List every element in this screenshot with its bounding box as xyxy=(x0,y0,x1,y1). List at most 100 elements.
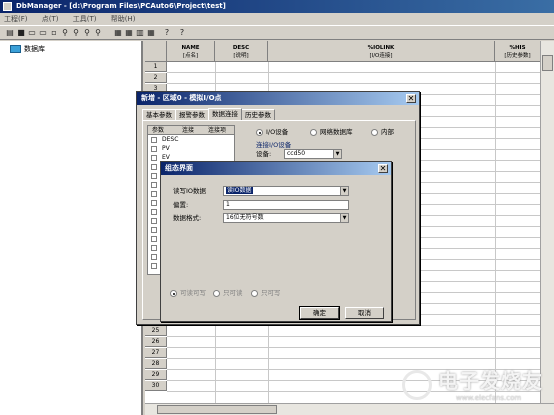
offset-field[interactable]: 1 xyxy=(223,200,349,210)
radio-label: I/O设备 xyxy=(266,128,289,136)
list-item[interactable]: PV xyxy=(148,145,234,153)
context-help-icon[interactable]: ? xyxy=(177,28,187,38)
point-dialog-title: 新增 - 区域0 - 模拟I/O点 xyxy=(141,94,222,102)
scroll-thumb[interactable] xyxy=(542,55,553,71)
radio-write-only[interactable]: 只可写 xyxy=(251,289,281,298)
col-param[interactable]: 参数 xyxy=(152,126,164,135)
config-dialog-title: 组态界面 xyxy=(165,164,193,172)
format-select[interactable]: 16位无符号数 ▼ xyxy=(223,213,349,223)
col-header-desc[interactable]: DESC [说明] xyxy=(215,41,268,62)
radio-read-write[interactable]: 可读可写 xyxy=(170,289,206,298)
save-icon[interactable]: ■ xyxy=(16,28,26,38)
row-number[interactable]: 29 xyxy=(145,370,167,380)
radio-dot xyxy=(371,129,378,136)
tab-alarm[interactable]: 报警参数 xyxy=(175,109,209,120)
col-link-item[interactable]: 连接项 xyxy=(208,126,226,135)
checkbox[interactable] xyxy=(151,245,157,251)
find-icon[interactable]: ⚲ xyxy=(60,28,70,38)
scroll-thumb[interactable] xyxy=(157,405,277,414)
new-icon[interactable]: ▫ xyxy=(49,28,59,38)
radio-label: 只可写 xyxy=(261,289,281,297)
checkbox[interactable] xyxy=(151,137,157,143)
radio-network-db[interactable]: 网络数据库 xyxy=(310,128,353,137)
close-icon[interactable]: ✕ xyxy=(378,164,388,173)
checkbox[interactable] xyxy=(151,200,157,206)
watermark: 电子发烧友 www.elecfans.com xyxy=(402,366,554,406)
find-next-icon[interactable]: ⚲ xyxy=(82,28,92,38)
config-dialog: 组态界面 ✕ 读写IO数据 读IO数据 ▼ 偏置: 1 数据格式: 16位无符号数… xyxy=(160,161,392,322)
properties-icon[interactable]: ▦ xyxy=(124,28,134,38)
radio-read-only[interactable]: 只可读 xyxy=(213,289,243,298)
watermark-brand: 电子发烧友 xyxy=(438,369,543,393)
checkbox[interactable] xyxy=(151,254,157,260)
radio-label: 可读可写 xyxy=(180,289,206,297)
ok-button[interactable]: 确定 xyxy=(299,306,340,320)
checkbox[interactable] xyxy=(151,209,157,215)
radio-internal[interactable]: 内部 xyxy=(371,128,394,137)
tree-item-label: 数据库 xyxy=(24,45,45,53)
find-prev-icon[interactable]: ⚲ xyxy=(71,28,81,38)
checkbox[interactable] xyxy=(151,146,157,152)
list-item[interactable]: DESC xyxy=(148,136,234,144)
help-icon[interactable]: ? xyxy=(162,28,172,38)
param-list-header: 参数 连接 连接项 xyxy=(148,126,234,135)
checkbox[interactable] xyxy=(151,173,157,179)
list-item-label: PV xyxy=(162,145,170,152)
col-header-iolink[interactable]: %IOLINK [I/O连接] xyxy=(268,41,495,62)
grid-header: NAME [点名] DESC [说明] %IOLINK [I/O连接] %HIS [历史… xyxy=(145,41,554,62)
tab-history[interactable]: 历史参数 xyxy=(241,109,275,120)
tab-data-link[interactable]: 数据连接 xyxy=(208,108,242,120)
view-icon[interactable]: ▦ xyxy=(146,28,156,38)
row-number[interactable]: 25 xyxy=(145,326,167,336)
radio-dot xyxy=(310,129,317,136)
col-header-his[interactable]: %HIS [历史参数] xyxy=(495,41,541,62)
window-title: DbManager - [d:\Program Files\PCAuto6\Pr… xyxy=(16,2,226,10)
menu-project[interactable]: 工程(F) xyxy=(4,13,28,25)
checkbox[interactable] xyxy=(151,155,157,161)
chevron-down-icon[interactable]: ▼ xyxy=(333,150,341,158)
open-icon[interactable]: ▤ xyxy=(5,28,15,38)
checkbox[interactable] xyxy=(151,236,157,242)
radio-label: 内部 xyxy=(381,128,394,136)
row-number[interactable]: 27 xyxy=(145,348,167,358)
watermark-url: www.elecfans.com xyxy=(456,394,522,402)
row-number[interactable]: 26 xyxy=(145,337,167,347)
cut-icon[interactable]: ▭ xyxy=(27,28,37,38)
read-write-select[interactable]: 读IO数据 ▼ xyxy=(223,186,349,196)
close-icon[interactable]: ✕ xyxy=(406,94,416,103)
checkbox[interactable] xyxy=(151,164,157,170)
chevron-down-icon[interactable]: ▼ xyxy=(340,187,348,195)
vertical-scrollbar[interactable] xyxy=(540,41,554,403)
menu-tools[interactable]: 工具(T) xyxy=(73,13,97,25)
checkbox[interactable] xyxy=(151,227,157,233)
radio-dot xyxy=(256,129,263,136)
checkbox[interactable] xyxy=(151,263,157,269)
cancel-button[interactable]: 取消 xyxy=(345,307,384,319)
menu-point[interactable]: 点(T) xyxy=(42,13,59,25)
list-item-label: EV xyxy=(162,154,170,161)
tree-item-database[interactable]: 数据库 xyxy=(10,44,45,54)
chevron-down-icon[interactable]: ▼ xyxy=(340,214,348,222)
col-header-name[interactable]: NAME [点名] xyxy=(167,41,215,62)
menu-bar: 工程(F) 点(T) 工具(T) 帮助(H) xyxy=(0,13,554,25)
radio-dot xyxy=(170,290,177,297)
row-number[interactable]: 2 xyxy=(145,73,167,83)
menu-help[interactable]: 帮助(H) xyxy=(111,13,136,25)
tab-basic[interactable]: 基本参数 xyxy=(142,109,176,120)
checkbox[interactable] xyxy=(151,182,157,188)
arrange-icon[interactable]: ▥ xyxy=(135,28,145,38)
row-number[interactable]: 28 xyxy=(145,359,167,369)
radio-io-device[interactable]: I/O设备 xyxy=(256,128,288,137)
checkbox[interactable] xyxy=(151,191,157,197)
point-dialog-title-bar: 新增 - 区域0 - 模拟I/O点 ✕ xyxy=(137,92,419,105)
radio-label: 网络数据库 xyxy=(320,128,353,136)
table2-icon[interactable]: ▦ xyxy=(113,28,123,38)
col-link[interactable]: 连接 xyxy=(182,126,194,135)
row-number[interactable]: 30 xyxy=(145,381,167,391)
row-number[interactable]: 1 xyxy=(145,62,167,72)
copy-icon[interactable]: ▭ xyxy=(38,28,48,38)
title-bar: DbManager - [d:\Program Files\PCAuto6\Pr… xyxy=(0,0,554,13)
table-icon[interactable]: ⚲ xyxy=(93,28,103,38)
checkbox[interactable] xyxy=(151,218,157,224)
device-select[interactable]: ccd50 ▼ xyxy=(284,149,342,159)
